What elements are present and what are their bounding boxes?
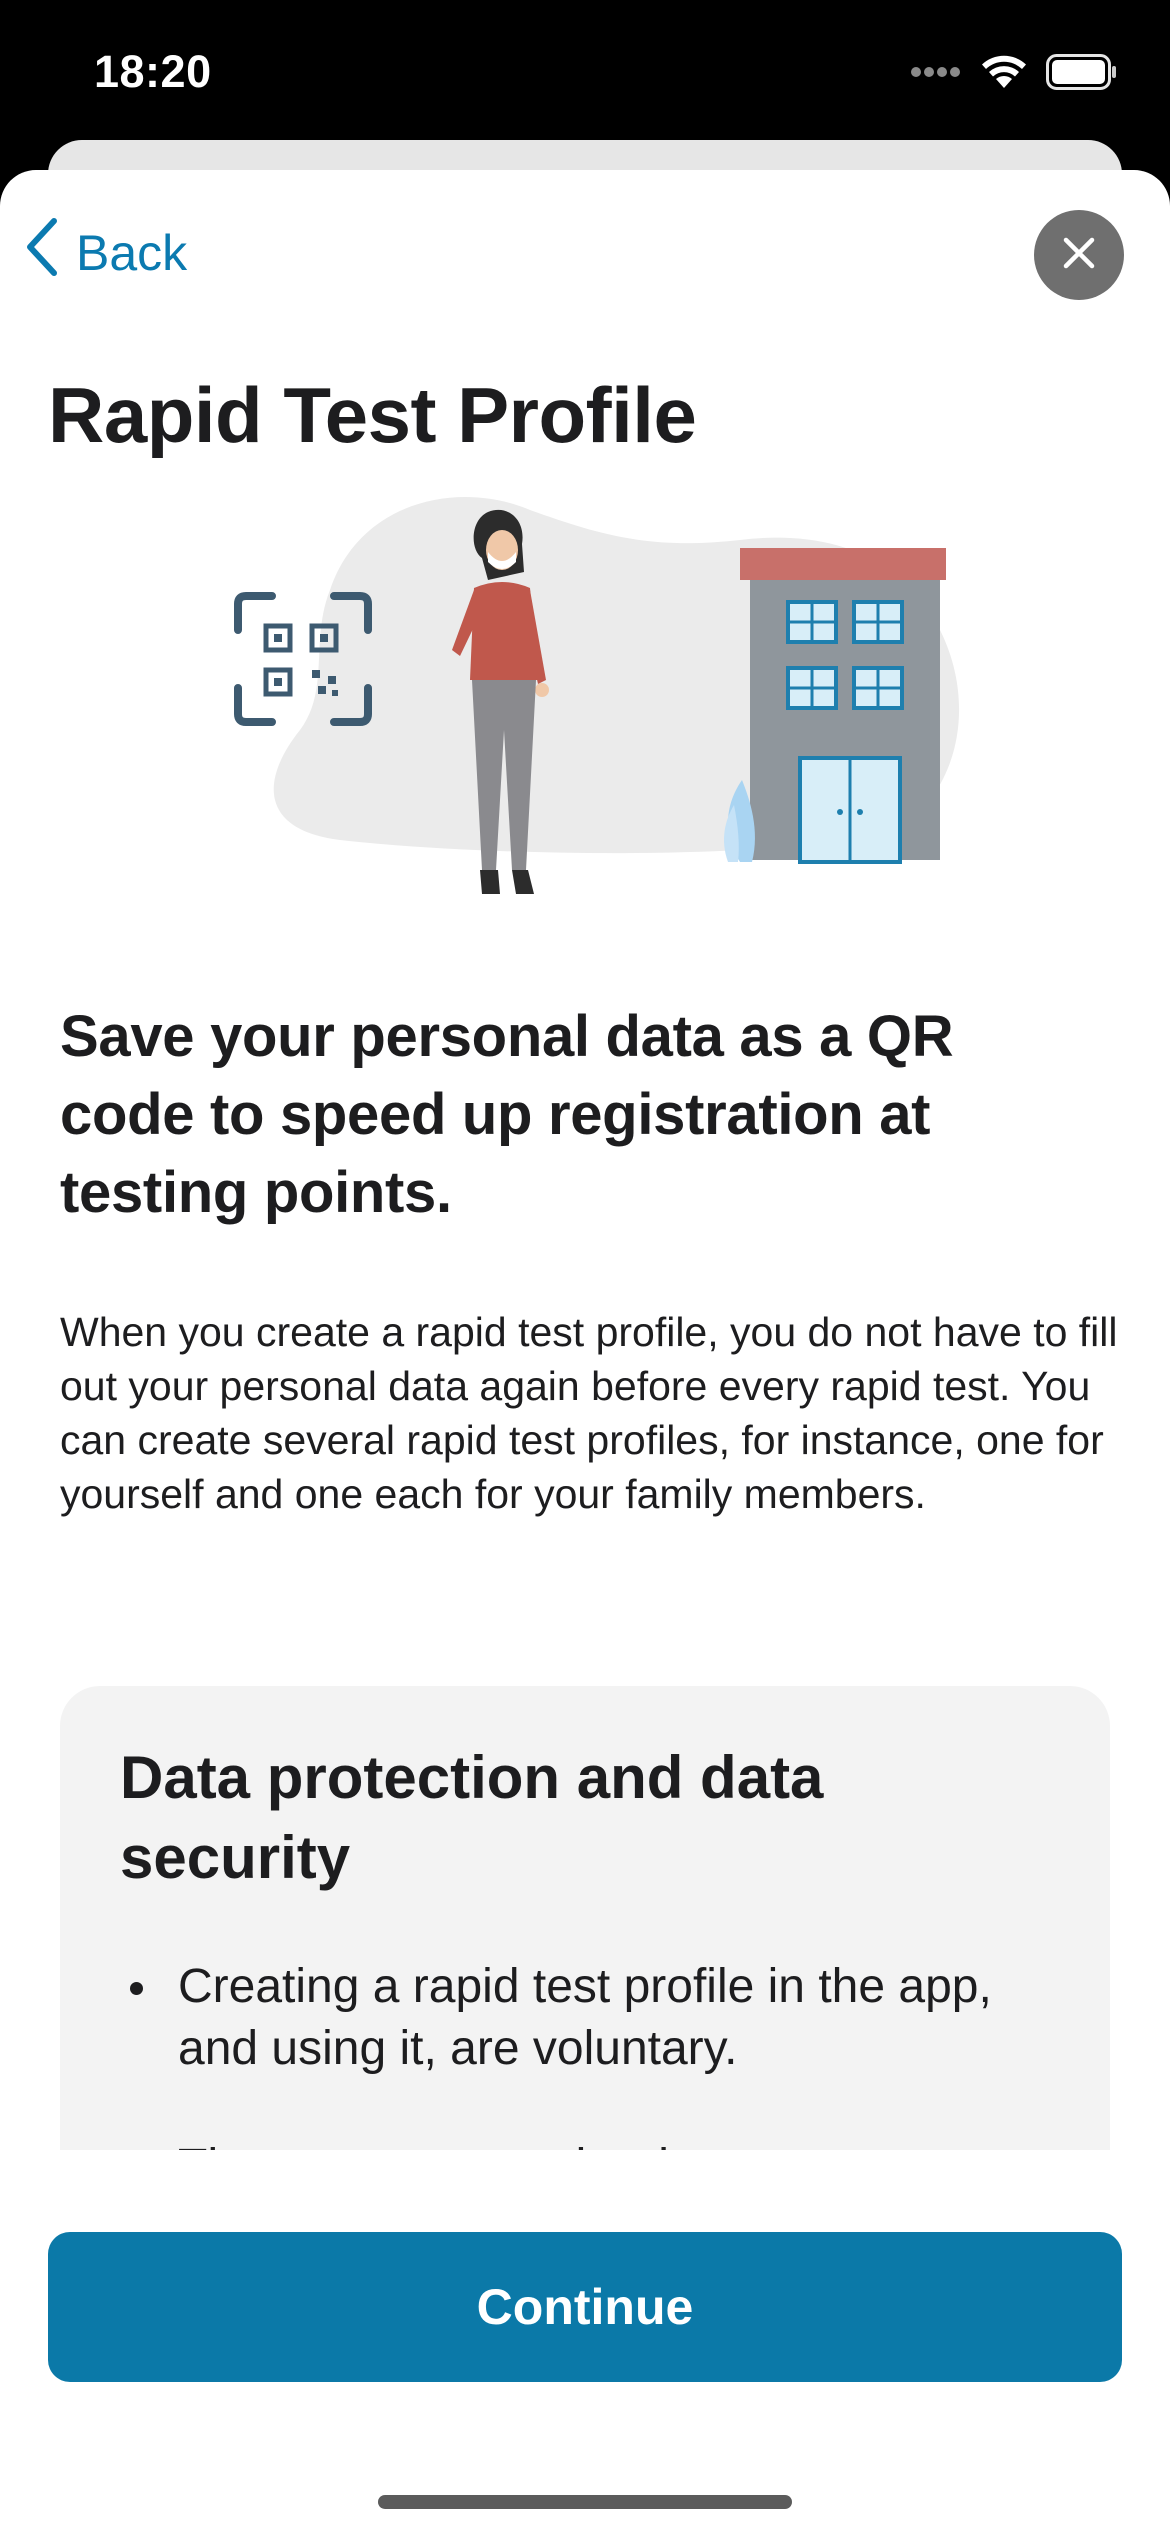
list-item-text: Creating a rapid test profile in the app…	[178, 1960, 992, 2075]
bullet-icon	[130, 1982, 143, 1995]
back-label: Back	[76, 225, 188, 281]
data-protection-card: Data protection and data security Creati…	[60, 1686, 1110, 2150]
data-protection-list: Creating a rapid test profile in the app…	[120, 1956, 1050, 2150]
illustration-graphic	[234, 496, 960, 894]
screen: 18:20 Back Rapid Test Profile Save your …	[0, 0, 1170, 2532]
status-icons	[910, 53, 1118, 95]
close-icon	[1062, 236, 1096, 275]
status-time: 18:20	[94, 46, 212, 97]
nav-bar: Back	[0, 170, 1170, 330]
wifi-icon	[980, 54, 1028, 95]
list-item: The app converts the data you enter	[120, 2136, 1050, 2150]
page-title: Rapid Test Profile	[48, 371, 697, 459]
close-button[interactable]	[1034, 210, 1124, 300]
footer: Continue	[0, 2180, 1170, 2532]
headline: Save your personal data as a QR code to …	[60, 1004, 954, 1225]
content-scroll-area[interactable]: Rapid Test Profile Save your personal da…	[0, 330, 1170, 2150]
data-protection-title: Data protection and data security	[120, 1744, 824, 1891]
continue-button[interactable]: Continue	[48, 2232, 1122, 2382]
back-button[interactable]: Back	[24, 218, 187, 288]
cellular-signal-icon	[910, 65, 962, 83]
home-indicator[interactable]	[378, 2495, 792, 2509]
description-text: When you create a rapid test profile, yo…	[60, 1309, 1118, 1517]
list-item: Creating a rapid test profile in the app…	[120, 1956, 1050, 2080]
chevron-left-icon	[24, 217, 60, 289]
battery-icon	[1046, 53, 1118, 95]
modal-sheet: Back Rapid Test Profile Save your person…	[0, 170, 1170, 2532]
list-item-text: The app converts the data you enter	[178, 2140, 949, 2150]
rapid-test-illustration	[220, 480, 980, 920]
status-bar: 18:20	[0, 0, 1170, 150]
